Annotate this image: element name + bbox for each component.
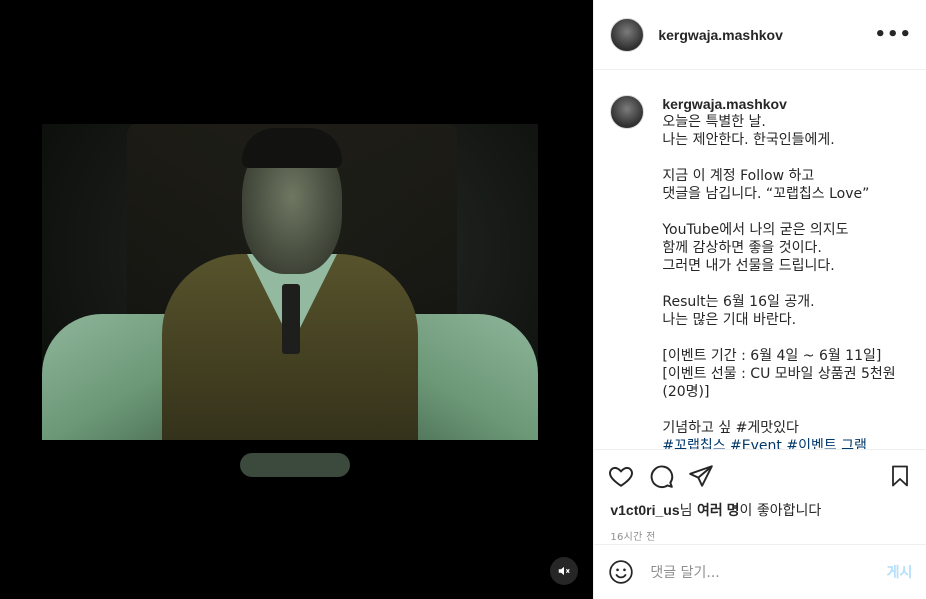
post-video[interactable] [0, 0, 594, 599]
bookmark-icon[interactable] [888, 463, 912, 489]
comments-area[interactable]: kergwaja.mashkov 오늘은 특별한 날. 나는 제안한다. 한국인… [594, 71, 926, 449]
post-actions: v1ct0ri_us님 여러 명이 좋아합니다 16시간 전 [594, 449, 926, 543]
speaker-muted-icon [558, 566, 570, 576]
video-frame [42, 124, 538, 480]
caption-line: 기념하고 싶 #게맛있다 [662, 420, 799, 436]
caption-text: 오늘은 특별한 날. 나는 제안한다. 한국인들에게. 지금 이 계정 Foll… [662, 113, 895, 449]
caption-line: 나는 많은 기대 바란다. [662, 312, 797, 328]
post-timestamp[interactable]: 16시간 전 [594, 520, 926, 543]
post-side-panel: kergwaja.mashkov ••• kergwaja.mashkov 오늘… [593, 0, 926, 599]
add-comment-bar: 댓글 달기... 게시 [594, 544, 926, 599]
author-avatar[interactable] [610, 17, 645, 52]
caption-line: YouTube에서 나의 굳은 의지도 [662, 222, 849, 238]
caption-line [662, 275, 895, 293]
caption: kergwaja.mashkov 오늘은 특별한 날. 나는 제안한다. 한국인… [594, 71, 926, 449]
likes-summary: v1ct0ri_us님 여러 명이 좋아합니다 [594, 492, 926, 520]
caption-line: (20명)] [662, 384, 710, 400]
caption-line: 오늘은 특별한 날. [662, 114, 766, 130]
caption-line: 그러면 내가 선물을 드립니다. [662, 258, 835, 274]
comment-icon[interactable] [648, 463, 674, 489]
comment-input[interactable]: 댓글 달기... [650, 562, 719, 582]
action-bar [594, 450, 926, 492]
liker-username[interactable]: v1ct0ri_us [610, 502, 679, 518]
caption-line: [이벤트 선물 : CU 모바일 상품권 5천원 [662, 366, 896, 382]
caption-line: 나는 제안한다. 한국인들에게. [662, 132, 835, 148]
post-header: kergwaja.mashkov ••• [594, 0, 926, 70]
author-username[interactable]: kergwaja.mashkov [658, 27, 783, 43]
likes-tail: 이 좋아합니다 [739, 503, 822, 519]
caption-line: 댓글을 남깁니다. “꼬랩칩스 Love” [662, 186, 870, 202]
post-comment-button[interactable]: 게시 [887, 562, 913, 582]
mute-toggle-button[interactable] [550, 557, 578, 585]
caption-line [662, 149, 895, 167]
caption-line: 함께 감상하면 좋을 것이다. [662, 240, 822, 256]
caption-line [662, 329, 895, 347]
caption-avatar[interactable] [610, 95, 645, 129]
caption-line: [이벤트 기간 : 6월 4일 ~ 6월 11일] [662, 348, 882, 364]
caption-line: Result는 6월 16일 공개. [662, 294, 815, 310]
smiley-icon[interactable] [608, 559, 634, 585]
caption-line: 지금 이 계정 Follow 하고 [662, 168, 815, 184]
more-options-icon[interactable]: ••• [874, 24, 912, 45]
likes-others[interactable]: 여러 명 [697, 502, 740, 518]
likes-suffix: 님 [679, 503, 697, 519]
caption-line [662, 203, 895, 221]
paper-plane-icon[interactable] [688, 463, 714, 489]
caption-hashtags[interactable]: #꼬랩칩스 #Event #이벤트 그램 [662, 437, 895, 449]
heart-icon[interactable] [608, 463, 634, 489]
caption-username[interactable]: kergwaja.mashkov [662, 95, 895, 113]
instagram-post-view: kergwaja.mashkov ••• kergwaja.mashkov 오늘… [0, 0, 926, 599]
caption-line [662, 401, 895, 419]
